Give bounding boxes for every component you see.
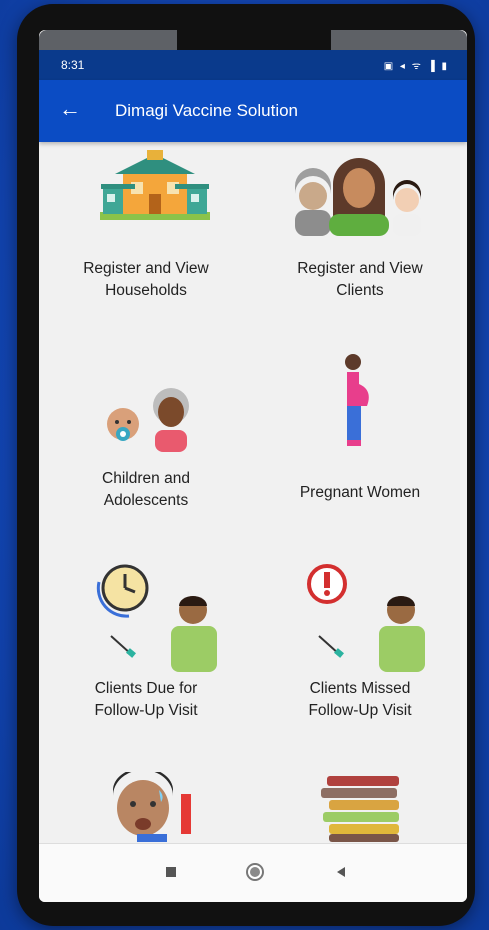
tile-sick-person[interactable] bbox=[39, 772, 253, 842]
home-icon[interactable] bbox=[245, 862, 265, 882]
notch-left bbox=[39, 30, 177, 50]
tile-label: Children and Adolescents bbox=[102, 470, 190, 509]
tile-children-adolescents[interactable]: Children and Adolescents bbox=[39, 352, 253, 542]
app-screen: 8:31 ▣ ◂ ᯤ ▐ ▮ ← Dimagi Vaccine Solution bbox=[39, 30, 467, 902]
children-icon bbox=[107, 388, 189, 452]
clock-vaccine-icon bbox=[96, 564, 217, 672]
status-icons: ▣ ◂ ᯤ ▐ ▮ bbox=[383, 61, 449, 72]
alert-vaccine-icon bbox=[307, 564, 425, 672]
tile-pregnant-women[interactable]: Pregnant Women bbox=[253, 352, 467, 542]
tile-clients-missed-follow-up[interactable]: Clients Missed Follow-Up Visit bbox=[253, 562, 467, 752]
notch-camera bbox=[177, 30, 331, 50]
tile-label: Register and View Households bbox=[83, 260, 209, 299]
status-bar: 8:31 ▣ ◂ ᯤ ▐ ▮ bbox=[39, 50, 467, 80]
tile-label: Clients Missed Follow-Up Visit bbox=[308, 680, 412, 719]
tile-label: Clients Due for Follow-Up Visit bbox=[94, 680, 198, 719]
system-nav-bar bbox=[39, 843, 467, 902]
status-time: 8:31 bbox=[61, 58, 85, 72]
tile-clients-due-follow-up[interactable]: Clients Due for Follow-Up Visit bbox=[39, 562, 253, 752]
notch-right bbox=[331, 30, 467, 50]
tile-register-households[interactable]: Register and View Households bbox=[39, 142, 253, 332]
back-arrow-icon[interactable]: ← bbox=[59, 97, 81, 121]
tile-register-clients[interactable]: Register and View Clients bbox=[253, 142, 467, 332]
tile-label: Pregnant Women bbox=[299, 484, 421, 501]
recent-apps-icon[interactable] bbox=[165, 866, 177, 878]
back-nav-icon[interactable] bbox=[335, 866, 347, 878]
family-icon bbox=[295, 158, 421, 236]
app-bar: ← Dimagi Vaccine Solution bbox=[39, 80, 467, 142]
books-icon bbox=[321, 776, 399, 842]
tile-books[interactable] bbox=[253, 772, 467, 842]
house-icon bbox=[100, 150, 210, 220]
app-title: Dimagi Vaccine Solution bbox=[115, 101, 298, 120]
menu-grid: Register and View Households Register an… bbox=[39, 142, 467, 842]
sick-person-icon bbox=[113, 772, 191, 842]
tile-label: Register and View Clients bbox=[297, 260, 423, 299]
pregnant-woman-icon bbox=[345, 354, 369, 446]
